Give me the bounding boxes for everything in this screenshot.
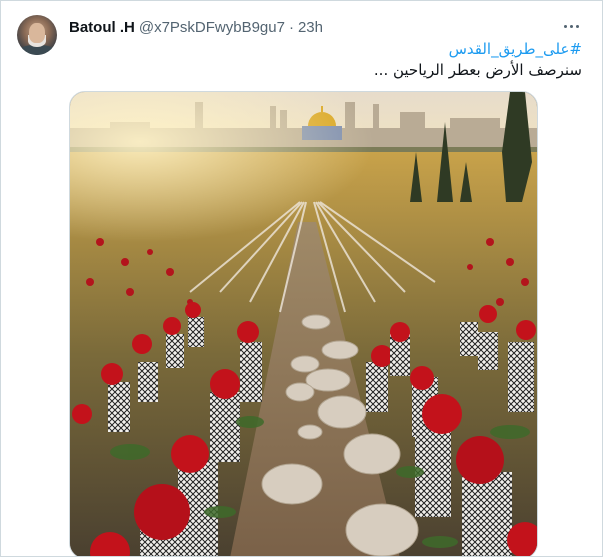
tweet-card[interactable]: Batoul .H @x7PskDFwybB9gu7 · 23h #على_طر… xyxy=(0,0,603,557)
tweet-media-image[interactable] xyxy=(69,91,538,556)
avatar-face xyxy=(29,23,45,43)
more-horizontal-icon xyxy=(563,24,567,28)
display-name[interactable]: Batoul .H xyxy=(69,19,135,36)
user-handle[interactable]: @x7PskDFwybB9gu7 xyxy=(139,19,285,36)
user-avatar[interactable] xyxy=(17,15,57,55)
more-dot xyxy=(575,24,579,28)
tweet-timestamp[interactable]: 23h xyxy=(298,19,323,36)
tweet-text: #على_طريق_القدس سنرصف الأرض بعطر الرياحي… xyxy=(82,39,582,81)
tweet-header: Batoul .H @x7PskDFwybB9gu7 · 23h xyxy=(69,17,582,37)
media-illustration xyxy=(70,92,537,556)
more-options-button[interactable] xyxy=(560,15,582,37)
tweet-body: سنرصف الأرض بعطر الرياحين ... xyxy=(373,61,582,79)
more-dot xyxy=(569,24,573,28)
hashtag-link[interactable]: #على_طريق_القدس xyxy=(82,39,582,60)
separator-dot: · xyxy=(288,18,294,36)
